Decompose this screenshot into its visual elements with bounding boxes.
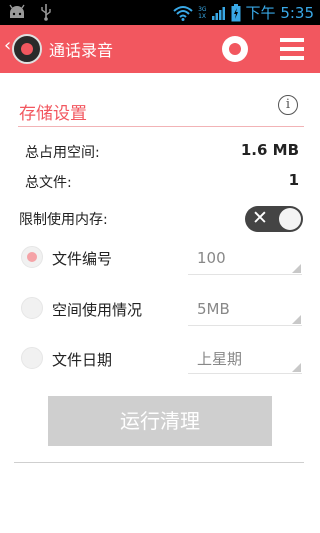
file-number-spinner[interactable]: 100 bbox=[188, 245, 302, 275]
network-1x-label: 1X bbox=[198, 12, 207, 20]
file-date-spinner[interactable]: 上星期 bbox=[188, 344, 302, 374]
app-title: 通话录音 bbox=[49, 41, 114, 60]
spinner-value: 5MB bbox=[197, 300, 230, 318]
battery-icon bbox=[231, 3, 241, 21]
limit-memory-label: 限制使用内存: bbox=[19, 212, 108, 228]
section-divider bbox=[18, 126, 304, 127]
spinner-corner-icon bbox=[292, 363, 301, 372]
option-label-space-usage: 空间使用情况 bbox=[52, 301, 143, 319]
toggle-off-icon: ✕ bbox=[252, 207, 268, 229]
spinner-value: 100 bbox=[197, 249, 226, 267]
total-space-value: 1.6 MB bbox=[240, 141, 299, 159]
run-cleanup-button[interactable]: 运行清理 bbox=[48, 396, 272, 446]
menu-icon[interactable] bbox=[280, 38, 304, 60]
wifi-icon bbox=[173, 5, 193, 21]
option-label-file-date: 文件日期 bbox=[52, 351, 113, 369]
android-icon bbox=[9, 4, 25, 18]
option-label-file-number: 文件编号 bbox=[52, 250, 113, 268]
total-files-label: 总文件: bbox=[25, 175, 72, 191]
radio-space-usage[interactable] bbox=[21, 297, 43, 319]
total-files-value: 1 bbox=[288, 171, 299, 189]
app-logo-icon[interactable] bbox=[12, 34, 42, 64]
signal-icon bbox=[211, 6, 225, 20]
app-bar: ‹ 通话录音 bbox=[0, 25, 320, 73]
section-title: 存储设置 bbox=[19, 104, 87, 124]
toggle-knob bbox=[279, 208, 301, 230]
bottom-divider bbox=[14, 462, 304, 463]
space-usage-spinner[interactable]: 5MB bbox=[188, 296, 302, 326]
info-icon[interactable]: i bbox=[278, 95, 298, 115]
radio-file-number[interactable] bbox=[21, 246, 43, 268]
spinner-corner-icon bbox=[292, 264, 301, 273]
network-type: 3G 1X bbox=[198, 6, 206, 20]
network-3g-label: 3G bbox=[198, 5, 207, 13]
limit-memory-toggle[interactable]: ✕ bbox=[245, 206, 303, 232]
spinner-value: 上星期 bbox=[197, 350, 243, 368]
clock: 下午 5:35 bbox=[245, 4, 314, 22]
spinner-corner-icon bbox=[292, 315, 301, 324]
status-bar: 3G 1X 下午 5:35 bbox=[0, 0, 320, 25]
radio-file-date[interactable] bbox=[21, 347, 43, 369]
record-button[interactable] bbox=[222, 36, 248, 62]
usb-icon bbox=[41, 4, 51, 21]
total-space-label: 总占用空间: bbox=[25, 145, 100, 161]
screen: 3G 1X 下午 5:35 ‹ 通话录音 存储设置 i 总占用空间: 1.6 M… bbox=[0, 0, 320, 533]
back-chevron-icon[interactable]: ‹ bbox=[4, 35, 11, 56]
